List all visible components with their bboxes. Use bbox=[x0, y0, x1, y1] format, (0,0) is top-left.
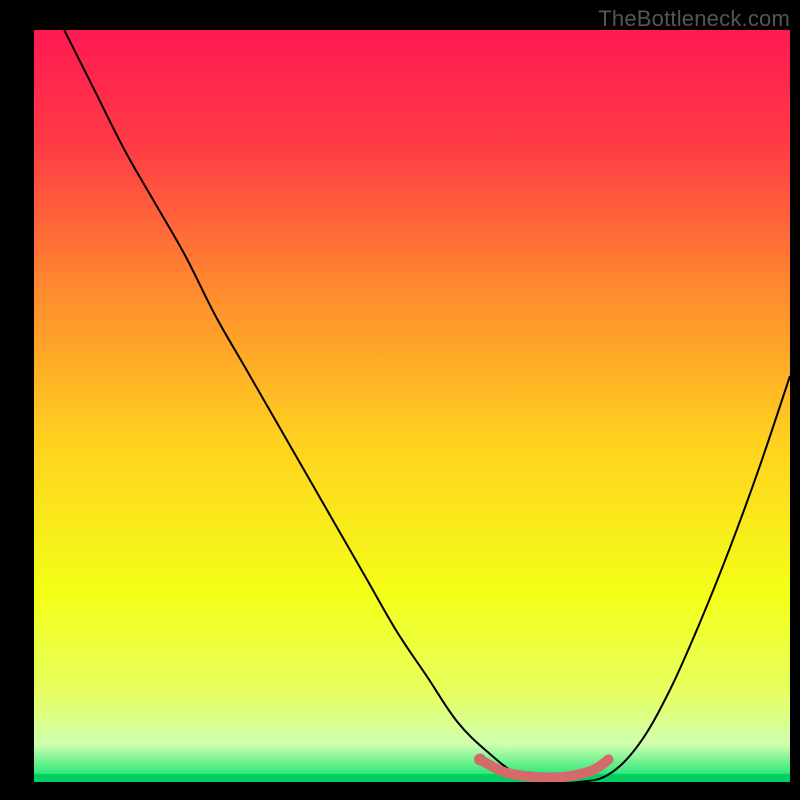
optimal-start-dot bbox=[474, 753, 486, 765]
watermark-text: TheBottleneck.com bbox=[598, 6, 790, 32]
chart-area bbox=[34, 30, 790, 782]
stage: TheBottleneck.com bbox=[0, 0, 800, 800]
gradient-background bbox=[34, 30, 790, 782]
chart-svg bbox=[34, 30, 790, 782]
baseline-band bbox=[34, 774, 790, 782]
